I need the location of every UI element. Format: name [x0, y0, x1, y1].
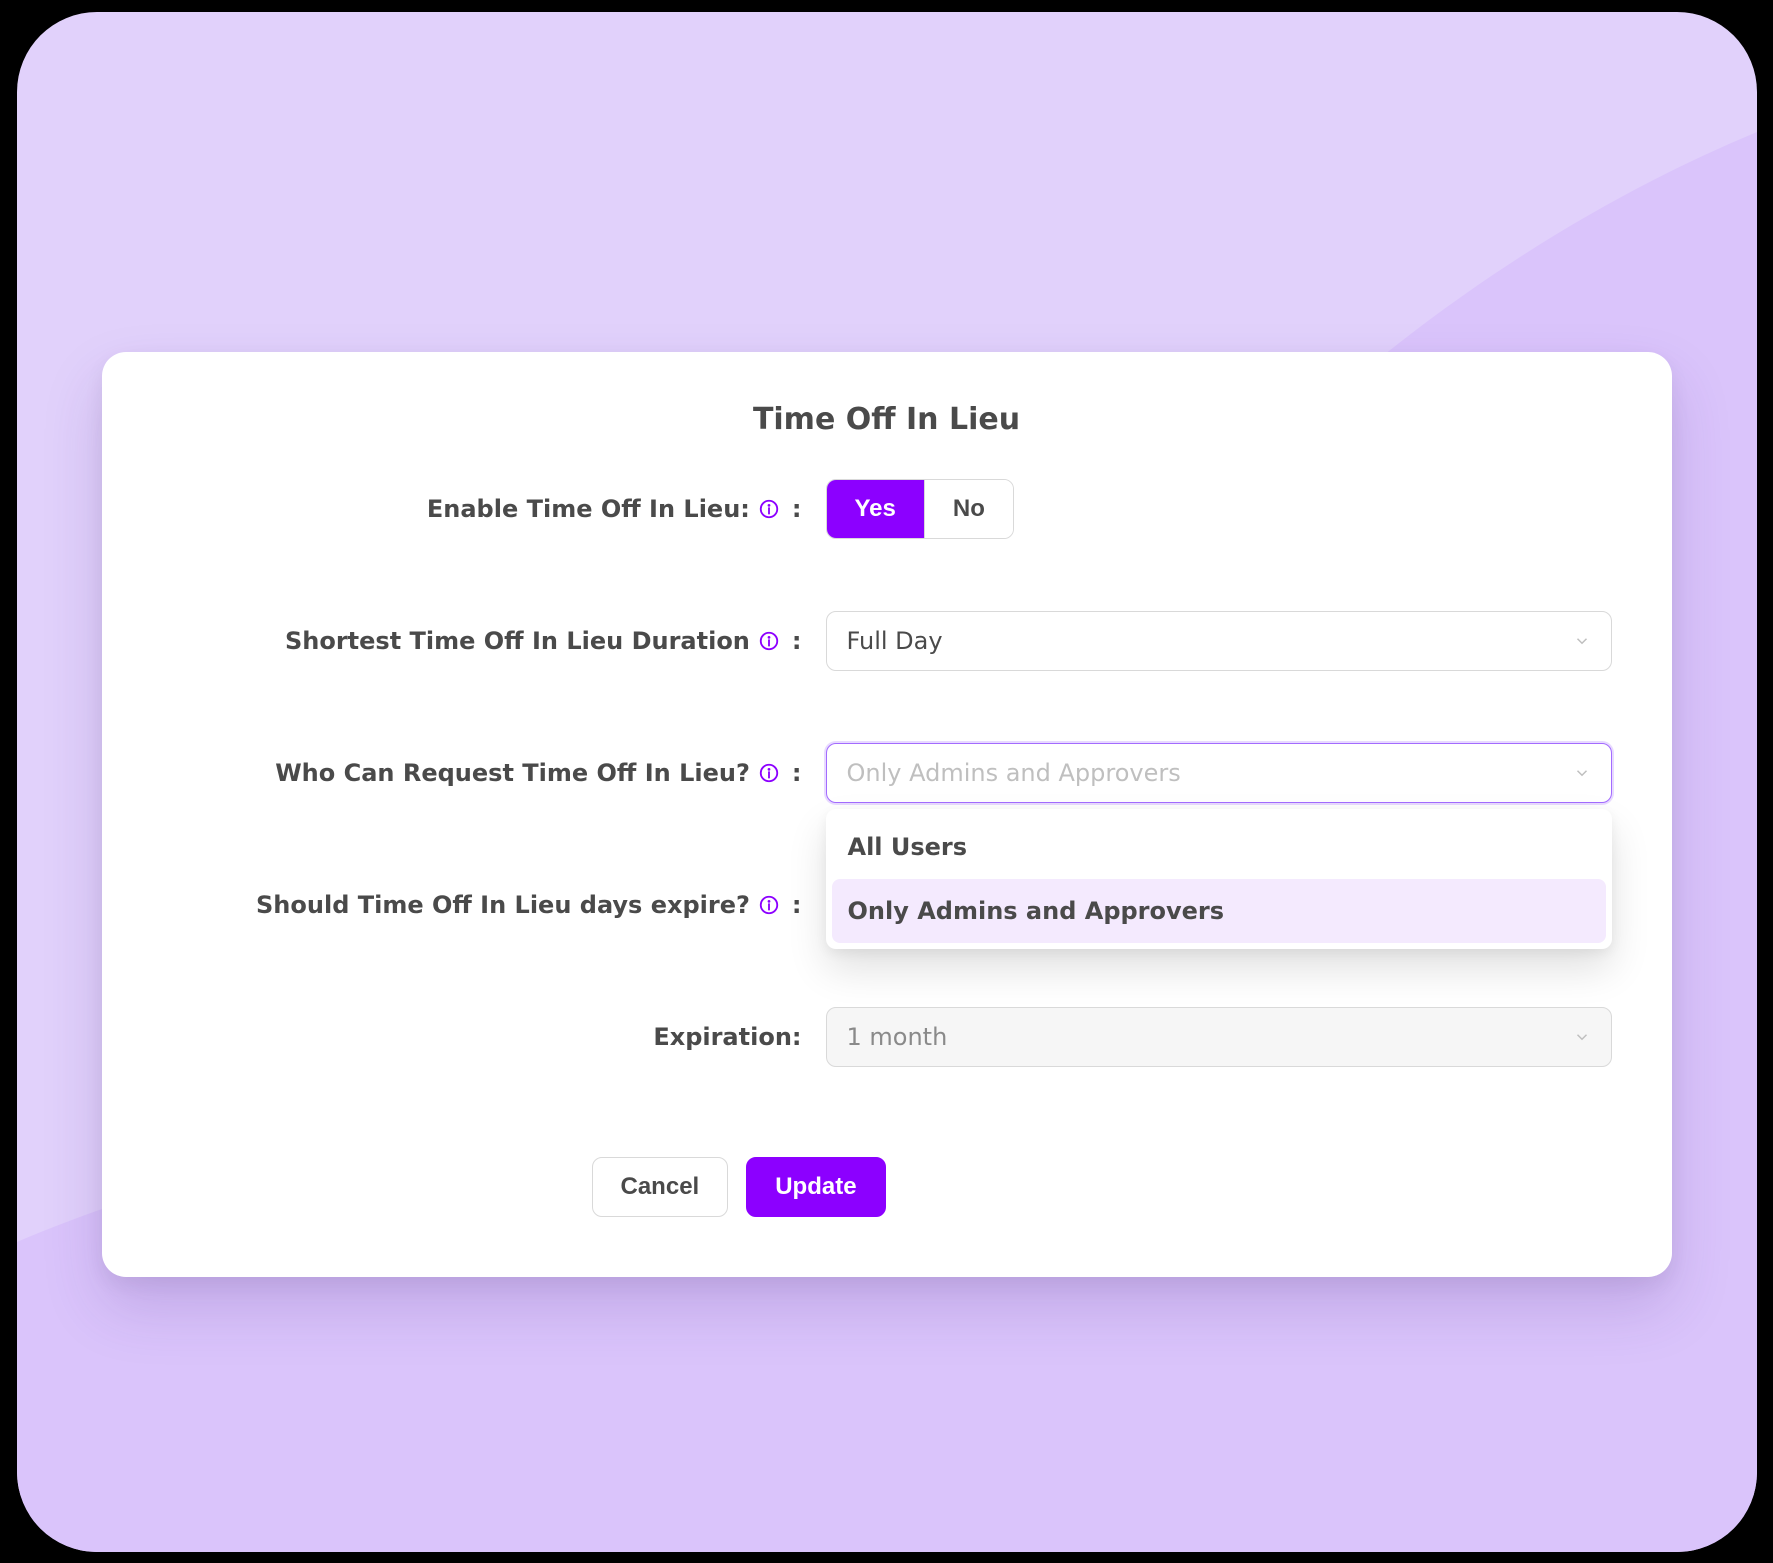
enable-no-button[interactable]: No: [924, 480, 1013, 538]
label-expiration: Expiration:: [162, 1023, 802, 1051]
shortest-duration-value: Full Day: [847, 627, 943, 655]
settings-card: Time Off In Lieu Enable Time Off In Lieu…: [102, 352, 1672, 1277]
label-shortest-text: Shortest Time Off In Lieu Duration: [285, 627, 750, 655]
info-icon[interactable]: [758, 762, 780, 784]
actions-row: Cancel Update: [592, 1157, 1612, 1217]
label-expire: Should Time Off In Lieu days expire? :: [162, 891, 802, 919]
colon: :: [792, 627, 802, 655]
colon: :: [792, 891, 802, 919]
info-icon[interactable]: [758, 894, 780, 916]
who-option-all-users[interactable]: All Users: [832, 815, 1606, 879]
row-expiration: Expiration: 1 month: [162, 1007, 1612, 1067]
page-background: Time Off In Lieu Enable Time Off In Lieu…: [17, 12, 1757, 1552]
label-who: Who Can Request Time Off In Lieu? :: [162, 759, 802, 787]
label-who-text: Who Can Request Time Off In Lieu?: [275, 759, 750, 787]
info-icon[interactable]: [758, 630, 780, 652]
info-icon[interactable]: [758, 498, 780, 520]
label-expiration-text: Expiration:: [653, 1023, 801, 1051]
card-title: Time Off In Lieu: [162, 402, 1612, 437]
who-can-request-select[interactable]: Only Admins and Approvers: [826, 743, 1612, 803]
update-button[interactable]: Update: [746, 1157, 885, 1217]
colon: :: [792, 495, 802, 523]
colon: :: [792, 759, 802, 787]
who-can-request-dropdown: All Users Only Admins and Approvers: [826, 809, 1612, 949]
label-enable: Enable Time Off In Lieu: :: [162, 495, 802, 523]
row-shortest: Shortest Time Off In Lieu Duration : Ful…: [162, 611, 1612, 671]
enable-yes-button[interactable]: Yes: [827, 480, 924, 538]
label-expire-text: Should Time Off In Lieu days expire?: [256, 891, 750, 919]
cancel-button[interactable]: Cancel: [592, 1157, 729, 1217]
who-option-admins-approvers[interactable]: Only Admins and Approvers: [832, 879, 1606, 943]
who-can-request-placeholder: Only Admins and Approvers: [847, 759, 1181, 787]
label-shortest: Shortest Time Off In Lieu Duration :: [162, 627, 802, 655]
row-enable: Enable Time Off In Lieu: : Yes No: [162, 479, 1612, 539]
row-who: Who Can Request Time Off In Lieu? : Only…: [162, 743, 1612, 803]
chevron-down-icon: [1573, 632, 1591, 650]
enable-segmented: Yes No: [826, 479, 1014, 539]
chevron-down-icon: [1573, 764, 1591, 782]
shortest-duration-select[interactable]: Full Day: [826, 611, 1612, 671]
expiration-select[interactable]: 1 month: [826, 1007, 1612, 1067]
label-enable-text: Enable Time Off In Lieu:: [427, 495, 750, 523]
chevron-down-icon: [1573, 1028, 1591, 1046]
expiration-value: 1 month: [847, 1023, 948, 1051]
